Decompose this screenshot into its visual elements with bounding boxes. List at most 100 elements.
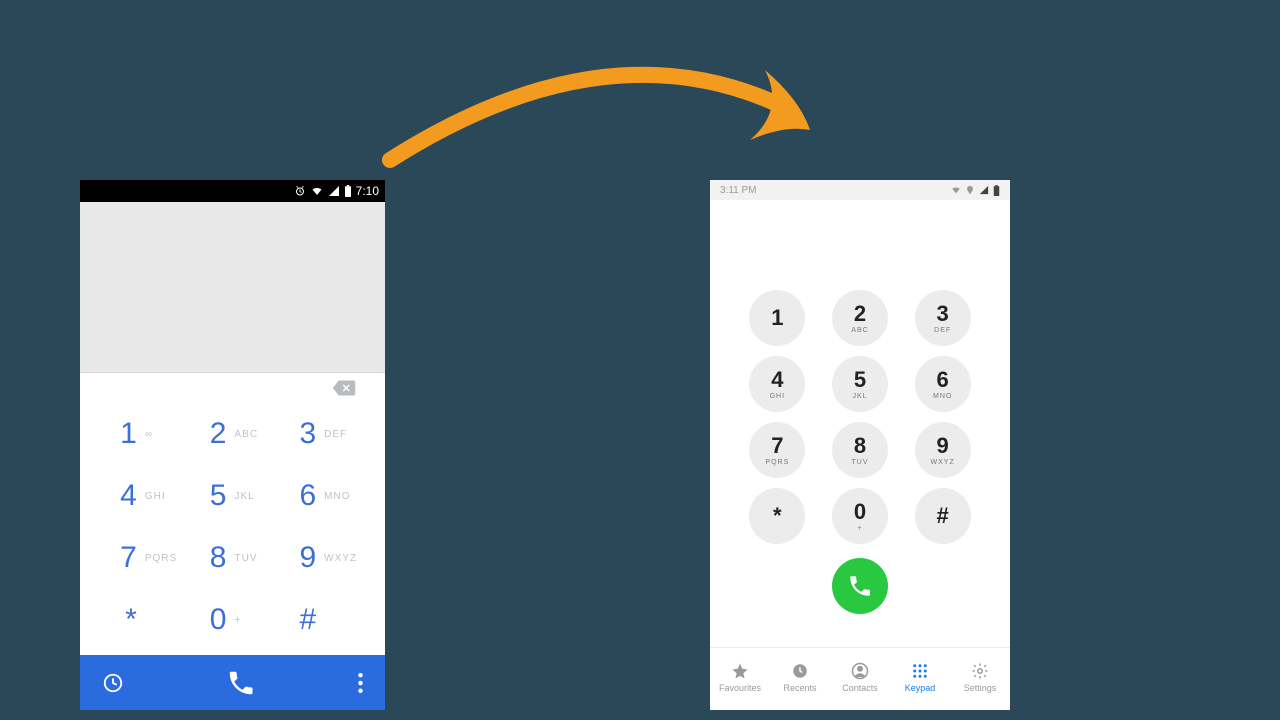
alarm-icon <box>294 185 306 197</box>
key-letters: JKL <box>852 393 867 400</box>
nav-label: Recents <box>783 683 816 693</box>
keypad: 12ABC3DEF4GHI5JKL6MNO7PQRS8TUV9WXYZ*0+# <box>710 200 1010 552</box>
key-#[interactable]: # <box>277 589 367 651</box>
key-8[interactable]: 8 TUV <box>188 527 278 589</box>
signal-icon <box>979 185 989 195</box>
nav-label: Keypad <box>905 683 936 693</box>
key-digit: 7 <box>771 435 783 457</box>
key-letters: TUV <box>851 459 868 466</box>
key-#[interactable]: # <box>915 488 971 544</box>
key-9[interactable]: 9WXYZ <box>915 422 971 478</box>
key-letters: MNO <box>324 491 358 502</box>
key-digit: 0 <box>196 603 226 637</box>
key-letters: PQRS <box>765 459 789 466</box>
key-digit: 8 <box>196 541 226 575</box>
key-digit: 4 <box>107 479 137 513</box>
backspace-icon[interactable] <box>331 379 357 397</box>
key-digit: 0 <box>854 501 866 523</box>
key-letters: WXYZ <box>931 459 955 466</box>
key-letters: + <box>234 615 268 626</box>
key-digit: 7 <box>107 541 137 575</box>
key-letters: GHI <box>145 491 179 502</box>
signal-icon <box>328 185 340 197</box>
key-5[interactable]: 5 JKL <box>832 356 888 412</box>
key-letters: JKL <box>234 491 268 502</box>
call-button[interactable] <box>216 658 266 708</box>
key-0[interactable]: 0+ <box>188 589 278 651</box>
key-letters: ABC <box>234 429 268 440</box>
key-1[interactable]: 1∞ <box>98 403 188 465</box>
location-icon <box>965 185 975 195</box>
key-5[interactable]: 5 JKL <box>188 465 278 527</box>
key-digit: 2 <box>854 303 866 325</box>
key-digit: 2 <box>196 417 226 451</box>
key-digit: 1 <box>771 307 783 329</box>
recents-icon[interactable] <box>102 672 124 694</box>
key-digit: 9 <box>286 541 316 575</box>
key-*[interactable]: * <box>98 589 188 651</box>
key-digit: 1 <box>107 417 137 451</box>
clock-text: 7:10 <box>356 184 379 198</box>
notification-icon <box>951 185 961 195</box>
nav-recents[interactable]: Recents <box>770 648 830 706</box>
overflow-icon[interactable] <box>358 673 363 693</box>
call-row <box>710 558 1010 614</box>
key-digit: 3 <box>286 417 316 451</box>
key-digit: 5 <box>854 369 866 391</box>
arrow-icon <box>370 40 850 180</box>
key-digit: # <box>937 505 949 527</box>
clock-icon <box>791 662 809 680</box>
nav-settings[interactable]: Settings <box>950 648 1010 706</box>
key-2[interactable]: 2 ABC <box>188 403 278 465</box>
nav-label: Settings <box>964 683 997 693</box>
key-*[interactable]: * <box>749 488 805 544</box>
key-3[interactable]: 3 DEF <box>277 403 367 465</box>
key-4[interactable]: 4 GHI <box>98 465 188 527</box>
key-6[interactable]: 6MNO <box>915 356 971 412</box>
number-display <box>80 202 385 373</box>
key-1[interactable]: 1 <box>749 290 805 346</box>
call-button[interactable] <box>832 558 888 614</box>
key-letters: GHI <box>770 393 785 400</box>
key-letters: WXYZ <box>324 553 358 564</box>
key-3[interactable]: 3 DEF <box>915 290 971 346</box>
key-2[interactable]: 2ABC <box>832 290 888 346</box>
bottom-nav: Favourites Recents Contacts Keypad Settings <box>710 647 1010 706</box>
key-0[interactable]: 0+ <box>832 488 888 544</box>
key-digit: 8 <box>854 435 866 457</box>
nav-keypad[interactable]: Keypad <box>890 648 950 706</box>
bottom-bar <box>80 655 385 710</box>
key-4[interactable]: 4 GHI <box>749 356 805 412</box>
key-digit: * <box>773 505 782 527</box>
key-letters: PQRS <box>145 553 179 564</box>
key-letters: + <box>857 525 862 532</box>
key-8[interactable]: 8 TUV <box>832 422 888 478</box>
key-letters: TUV <box>234 553 268 564</box>
nav-label: Contacts <box>842 683 878 693</box>
key-6[interactable]: 6 MNO <box>277 465 367 527</box>
key-digit: 5 <box>196 479 226 513</box>
phone-left-dialer: 7:10 1∞2ABC3DEF4GHI5JKL6MNO7PQRS8TUV9WXY… <box>80 180 385 710</box>
key-digit: 4 <box>771 369 783 391</box>
status-bar: 3:11 PM <box>710 180 1010 200</box>
phone-right-dialer: 3:11 PM 1 2ABC 3 DEF 4 GHI 5 JKL 6MNO 7 PQRS 8 TUV 9W… <box>710 180 1010 710</box>
contact-icon <box>851 662 869 680</box>
key-digit: 3 <box>937 303 949 325</box>
nav-contacts[interactable]: Contacts <box>830 648 890 706</box>
nav-label: Favourites <box>719 683 761 693</box>
key-letters: DEF <box>324 429 358 440</box>
key-digit: 6 <box>286 479 316 513</box>
battery-icon <box>344 185 352 197</box>
key-digit: * <box>107 603 137 637</box>
nav-favourites[interactable]: Favourites <box>710 648 770 706</box>
clock-text: 3:11 PM <box>720 185 757 196</box>
key-9[interactable]: 9 WXYZ <box>277 527 367 589</box>
key-7[interactable]: 7 PQRS <box>98 527 188 589</box>
key-letters: DEF <box>934 327 951 334</box>
key-letters: ∞ <box>145 429 179 440</box>
key-letters: MNO <box>933 393 952 400</box>
key-7[interactable]: 7 PQRS <box>749 422 805 478</box>
keypad-icon <box>911 662 929 680</box>
battery-icon <box>993 185 1000 196</box>
key-digit: # <box>286 603 316 637</box>
